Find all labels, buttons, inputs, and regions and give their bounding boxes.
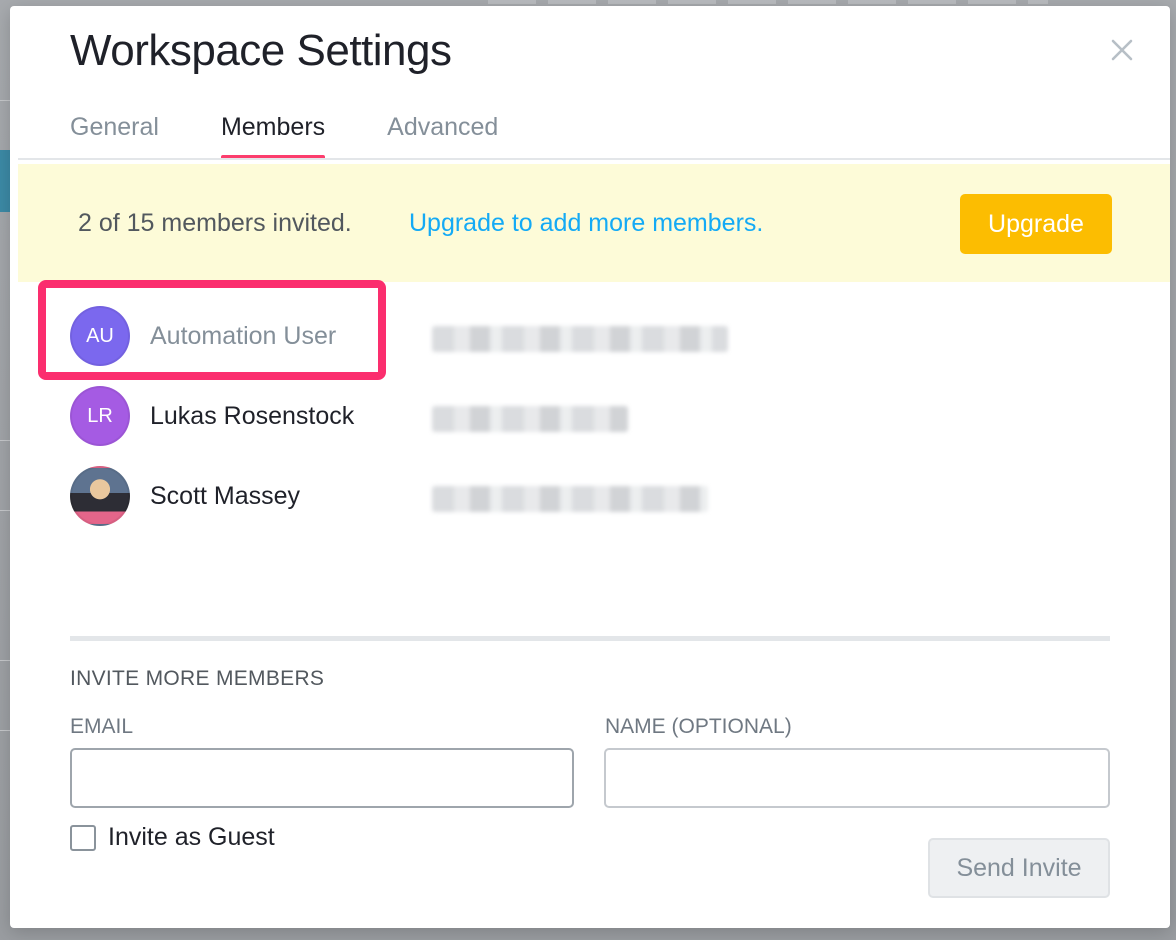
member-row[interactable]: Scott Massey <box>70 456 1110 536</box>
modal-title: Workspace Settings <box>70 26 452 75</box>
invite-as-guest-option[interactable]: Invite as Guest <box>70 823 275 852</box>
upgrade-link[interactable]: Upgrade to add more members. <box>409 209 763 238</box>
member-count-text: 2 of 15 members invited. <box>78 209 352 237</box>
settings-tabs: General Members Advanced <box>70 110 560 160</box>
guest-checkbox[interactable] <box>70 824 96 851</box>
member-name: Automation User <box>150 321 337 350</box>
email-label: EMAIL <box>70 715 134 738</box>
workspace-settings-modal: Workspace Settings General Members Advan… <box>10 6 1170 928</box>
upgrade-button[interactable]: Upgrade <box>960 194 1112 254</box>
tab-general[interactable]: General <box>70 110 159 160</box>
member-email-redacted <box>432 406 628 432</box>
member-list: AU Automation User LR Lukas Rosenstock S… <box>70 296 1110 536</box>
guest-checkbox-label: Invite as Guest <box>108 823 275 851</box>
close-icon <box>1111 39 1133 61</box>
tab-advanced[interactable]: Advanced <box>387 110 498 160</box>
email-field[interactable] <box>70 748 574 808</box>
avatar: LR <box>70 386 130 446</box>
member-email-redacted <box>432 326 728 352</box>
name-field[interactable] <box>604 748 1110 808</box>
avatar <box>70 466 130 526</box>
member-name: Lukas Rosenstock <box>150 401 355 430</box>
tabs-divider <box>18 158 1170 160</box>
background-title <box>488 0 1048 4</box>
invite-divider <box>70 636 1110 641</box>
member-limit-banner: 2 of 15 members invited. Upgrade to add … <box>18 164 1170 282</box>
invite-heading: INVITE MORE MEMBERS <box>70 667 325 690</box>
close-button[interactable] <box>1106 34 1138 66</box>
member-email-redacted <box>432 486 708 512</box>
member-row[interactable]: AU Automation User <box>70 296 1110 376</box>
avatar: AU <box>70 306 130 366</box>
send-invite-button[interactable]: Send Invite <box>928 838 1110 898</box>
name-label: NAME (OPTIONAL) <box>605 715 792 738</box>
tab-members[interactable]: Members <box>220 110 326 160</box>
member-name: Scott Massey <box>150 481 301 510</box>
member-row[interactable]: LR Lukas Rosenstock <box>70 376 1110 456</box>
